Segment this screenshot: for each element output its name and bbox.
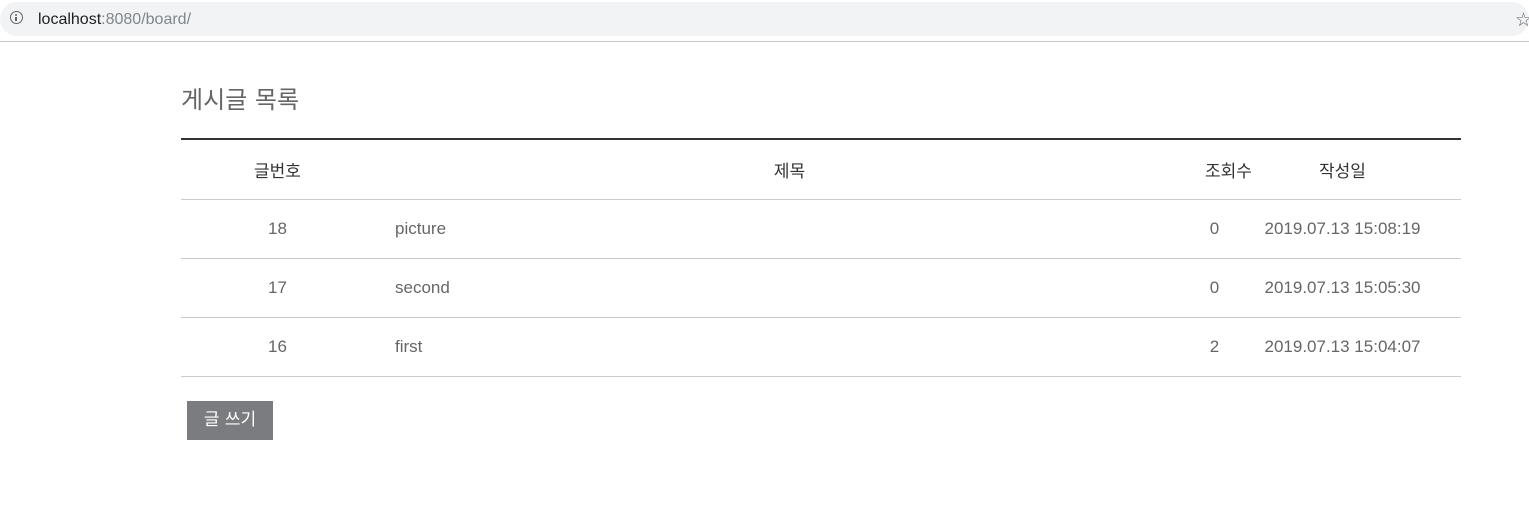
post-views: 2 xyxy=(1205,317,1224,377)
post-date: 2019.07.13 15:04:07 xyxy=(1224,317,1461,377)
post-views: 0 xyxy=(1205,199,1224,259)
post-views: 0 xyxy=(1205,258,1224,318)
info-circle-icon[interactable] xyxy=(10,11,23,24)
write-post-button[interactable]: 글 쓰기 xyxy=(187,401,273,440)
star-outline-icon[interactable]: ☆ xyxy=(1515,10,1529,30)
post-title-link[interactable]: first xyxy=(374,317,1205,377)
page-title: 게시글 목록 xyxy=(181,86,300,114)
omnibox[interactable]: localhost:8080/board/ ☆ xyxy=(0,2,1529,36)
post-number: 16 xyxy=(181,317,374,377)
post-date: 2019.07.13 15:05:30 xyxy=(1224,258,1461,318)
column-header-title: 제목 xyxy=(374,139,1205,200)
url-host: localhost xyxy=(38,11,102,28)
column-header-date: 작성일 xyxy=(1224,139,1461,200)
browser-address-bar: localhost:8080/board/ ☆ xyxy=(0,0,1529,42)
post-date: 2019.07.13 15:08:19 xyxy=(1224,199,1461,259)
table-row[interactable]: 17 second 0 2019.07.13 15:05:30 xyxy=(181,258,1461,318)
column-header-no: 글번호 xyxy=(181,139,374,200)
post-title-link[interactable]: second xyxy=(374,258,1205,318)
table-row[interactable]: 18 picture 0 2019.07.13 15:08:19 xyxy=(181,199,1461,259)
column-header-views: 조회수 xyxy=(1205,139,1252,200)
board-table: 글번호 제목 조회수 작성일 18 picture 0 2019.07.13 1… xyxy=(181,138,1461,377)
post-number: 17 xyxy=(181,258,374,318)
table-row[interactable]: 16 first 2 2019.07.13 15:04:07 xyxy=(181,317,1461,377)
post-number: 18 xyxy=(181,199,374,259)
table-header-row: 글번호 제목 조회수 작성일 xyxy=(181,139,1461,200)
post-title-link[interactable]: picture xyxy=(374,199,1205,259)
url-path: :8080/board/ xyxy=(101,11,192,28)
url-text[interactable]: localhost:8080/board/ xyxy=(38,10,191,30)
